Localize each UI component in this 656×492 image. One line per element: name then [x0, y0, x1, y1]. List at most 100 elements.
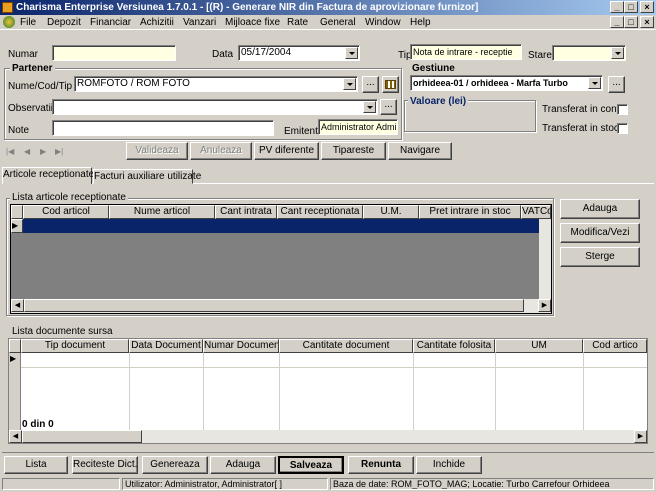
tab-articole-receptionate[interactable]: Articole receptionate [2, 167, 94, 184]
partener-value: ROMFOTO / ROM FOTO [77, 78, 190, 89]
col-um-doc[interactable]: UM [495, 339, 583, 353]
lista-button[interactable]: Lista [4, 456, 68, 474]
partener-dropdown-button[interactable] [343, 78, 356, 90]
col-divider [279, 353, 280, 431]
note-input[interactable] [52, 120, 274, 136]
col-cantitate-folosita[interactable]: Cantitate folosita [413, 339, 495, 353]
scroll-left-icon[interactable]: ◀ [11, 299, 24, 312]
navigare-button[interactable]: Navigare [388, 142, 452, 160]
col-cod-articol-doc[interactable]: Cod artico [583, 339, 647, 353]
scroll-right-icon[interactable]: ▶ [634, 430, 647, 443]
gestiune-dropdown-button[interactable] [588, 77, 601, 89]
col-tip-document[interactable]: Tip document [21, 339, 129, 353]
col-pret-intrare[interactable]: Pret intrare in stoc [419, 205, 521, 219]
status-left [2, 478, 120, 490]
menu-financiar[interactable]: Financiar [90, 16, 131, 29]
col-nume-articol[interactable]: Nume articol [109, 205, 215, 219]
data-input[interactable]: 05/17/2004 [238, 45, 360, 61]
modifica-vezi-button[interactable]: Modifica/Vezi [560, 223, 640, 243]
app-logo-icon [2, 2, 13, 13]
nav-prev-button[interactable]: ◀ [24, 146, 30, 158]
menu-achizitii[interactable]: Achizitii [140, 16, 174, 29]
menu-vanzari[interactable]: Vanzari [183, 16, 216, 29]
menu-mijloace-fixe[interactable]: Mijloace fixe [225, 16, 280, 29]
col-divider [583, 353, 584, 431]
nav-next-button[interactable]: ▶ [40, 146, 46, 158]
adauga-button[interactable]: Adauga [210, 456, 276, 474]
stare-select[interactable] [552, 45, 626, 61]
col-vatcode[interactable]: VATCode [521, 205, 551, 219]
title-bar[interactable]: Charisma Enterprise Versiunea 1.7.0.1 - … [0, 0, 656, 15]
gestiune-select[interactable]: orhideea-01 / orhideea - Marfa Turbo [410, 75, 603, 91]
renunta-button[interactable]: Renunta [348, 456, 414, 474]
menu-rate[interactable]: Rate [287, 16, 308, 29]
col-cant-intrata[interactable]: Cant intrata [215, 205, 277, 219]
transferat-stoc-checkbox[interactable] [617, 123, 628, 134]
col-um[interactable]: U.M. [363, 205, 419, 219]
scroll-thumb[interactable] [22, 430, 142, 443]
valideaza-button[interactable]: Valideaza [126, 142, 188, 160]
menu-depozit[interactable]: Depozit [47, 16, 81, 29]
observatii-select[interactable] [52, 99, 378, 115]
documente-grid[interactable]: Tip document Data Document Numar Documen… [8, 338, 648, 444]
gestiune-ellipsis-button[interactable]: ... [608, 76, 625, 93]
col-numar-document[interactable]: Numar Document [203, 339, 279, 353]
scroll-right-icon[interactable]: ▶ [538, 299, 551, 312]
row-indicator-column: ▶ [9, 353, 21, 431]
menu-help[interactable]: Help [410, 16, 431, 29]
nav-first-button[interactable]: |◀ [6, 146, 14, 158]
data-label: Data [212, 49, 234, 60]
col-divider [413, 353, 414, 431]
documente-hscroll[interactable]: ◀ ▶ [9, 430, 647, 443]
numar-input[interactable] [52, 45, 176, 61]
observatii-ellipsis-button[interactable]: ... [380, 99, 397, 115]
table-row[interactable] [23, 219, 551, 233]
mdi-logo-icon [3, 16, 15, 28]
inchide-button[interactable]: Inchide [416, 456, 482, 474]
partener-ellipsis-button[interactable]: ... [362, 76, 379, 93]
sterge-button[interactable]: Sterge [560, 247, 640, 267]
partener-lookup-button[interactable] [382, 76, 399, 93]
col-cantitate-document[interactable]: Cantitate document [279, 339, 413, 353]
genereaza-button[interactable]: Genereaza [142, 456, 208, 474]
adauga-articol-button[interactable]: Adauga [560, 199, 640, 219]
numar-label: Numar [8, 49, 39, 60]
col-cant-receptionata[interactable]: Cant receptionata [277, 205, 363, 219]
nav-last-button[interactable]: ▶| [55, 146, 63, 158]
mdi-minimize-button[interactable]: _ [610, 16, 624, 28]
tab-facturi-auxiliare[interactable]: Facturi auxiliare utilizate [93, 169, 201, 184]
transferat-stoc-label: Transferat in stoc [542, 123, 619, 134]
scroll-left-icon[interactable]: ◀ [9, 430, 22, 443]
data-dropdown-button[interactable] [345, 47, 358, 59]
grid-corner [9, 339, 21, 353]
salveaza-button[interactable]: Salveaza [278, 456, 344, 474]
reciteste-dict-button[interactable]: Reciteste Dict. [72, 456, 138, 474]
close-button[interactable]: × [640, 1, 654, 13]
tipareste-button[interactable]: Tipareste [321, 142, 386, 160]
mdi-restore-button[interactable]: □ [624, 16, 638, 28]
scroll-thumb[interactable] [24, 299, 524, 312]
tip-input[interactable]: Nota de intrare - receptie [410, 44, 522, 60]
pv-diferente-button[interactable]: PV diferente [254, 142, 319, 160]
menu-general[interactable]: General [320, 16, 356, 29]
anuleaza-button[interactable]: Anuleaza [190, 142, 252, 160]
row-divider [21, 367, 647, 368]
current-row-indicator-icon: ▶ [11, 219, 23, 233]
mdi-close-button[interactable]: × [640, 16, 654, 28]
maximize-button[interactable]: □ [624, 1, 638, 13]
minimize-button[interactable]: _ [610, 1, 624, 13]
col-divider [203, 353, 204, 431]
partener-select[interactable]: ROMFOTO / ROM FOTO [74, 76, 358, 92]
emitent-input[interactable]: Administrator Admini [318, 119, 398, 135]
col-cod-articol[interactable]: Cod articol [23, 205, 109, 219]
observatii-dropdown-button[interactable] [363, 101, 376, 113]
menu-file[interactable]: File [20, 16, 36, 29]
data-value: 05/17/2004 [241, 47, 292, 58]
col-data-document[interactable]: Data Document [129, 339, 203, 353]
transferat-cont-checkbox[interactable] [617, 104, 628, 115]
stare-dropdown-button[interactable] [611, 47, 624, 59]
articole-grid[interactable]: Cod articol Nume articol Cant intrata Ca… [10, 204, 552, 314]
articole-vscroll[interactable] [539, 219, 551, 299]
articole-hscroll[interactable]: ◀ ▶ [11, 299, 551, 313]
menu-window[interactable]: Window [365, 16, 401, 29]
